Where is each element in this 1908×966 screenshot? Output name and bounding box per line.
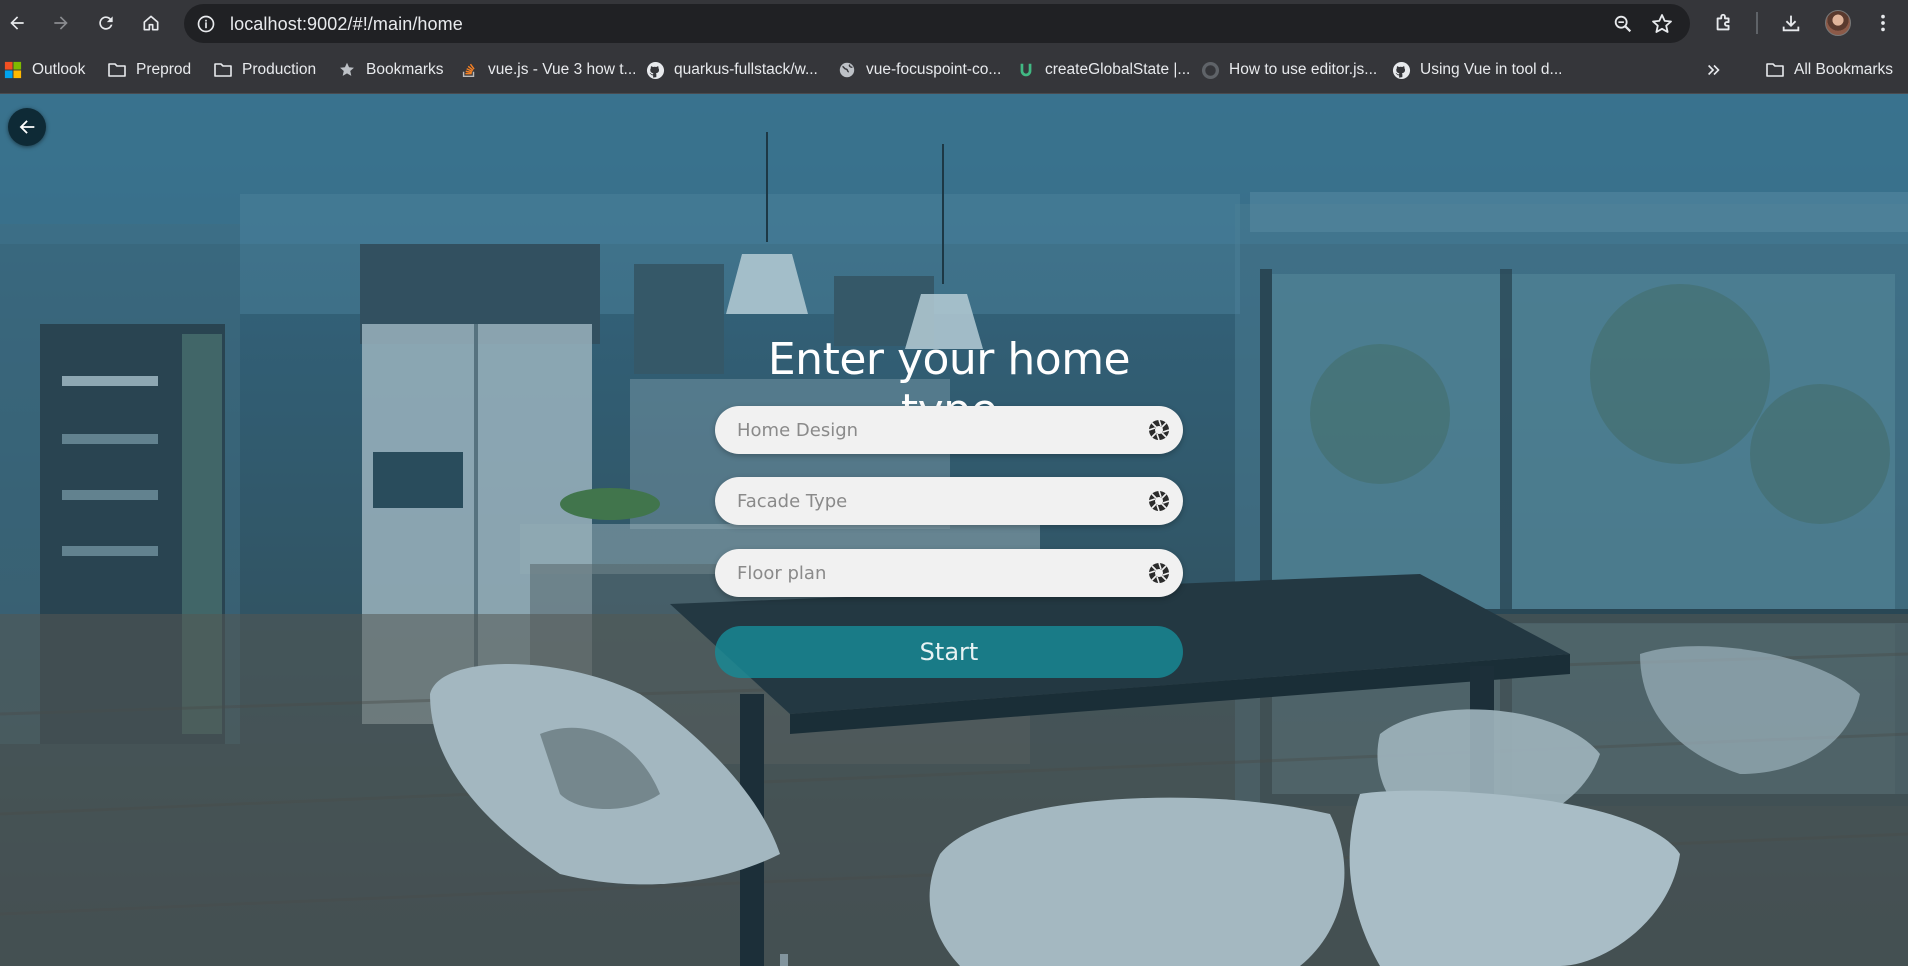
all-bookmarks[interactable]: All Bookmarks — [1765, 59, 1893, 81]
bookmark-label: createGlobalState |... — [1045, 61, 1191, 78]
camera-aperture-icon[interactable] — [1147, 489, 1171, 513]
bookmark-label: Production — [242, 61, 317, 78]
github-icon — [1200, 60, 1220, 80]
bookmark-star-icon[interactable] — [1650, 12, 1674, 36]
browser-toolbar: localhost:9002/#!/main/home — [0, 0, 1908, 46]
bookmark-preprod[interactable]: Preprod — [107, 59, 191, 81]
bookmark-vue-tool[interactable]: Using Vue in tool d... — [1391, 59, 1562, 81]
more-bookmarks-chevron-icon[interactable] — [1705, 59, 1723, 81]
download-icon[interactable] — [1777, 9, 1805, 37]
home-design-input[interactable] — [737, 406, 1137, 454]
folder-icon — [107, 60, 127, 80]
bookmark-vue3-how[interactable]: vue.js - Vue 3 how t... — [459, 59, 636, 81]
bookmark-label: quarkus-fullstack/w... — [674, 61, 818, 78]
site-info-icon[interactable] — [194, 12, 218, 36]
bookmark-quarkus-fullstack[interactable]: quarkus-fullstack/w... — [645, 59, 818, 81]
folder-icon — [213, 60, 233, 80]
home-design-field[interactable] — [715, 406, 1183, 454]
all-bookmarks-label: All Bookmarks — [1794, 61, 1894, 78]
stackoverflow-icon — [459, 60, 479, 80]
bookmark-label: Outlook — [32, 61, 86, 78]
folder-icon — [1765, 60, 1785, 80]
menu-kebab-icon[interactable] — [1869, 9, 1897, 37]
address-bar[interactable]: localhost:9002/#!/main/home — [184, 4, 1690, 43]
back-button[interactable] — [8, 108, 46, 146]
extensions-icon[interactable] — [1710, 9, 1738, 37]
outlook-icon — [3, 60, 23, 80]
bookmark-label: vue-focuspoint-co... — [866, 61, 1002, 78]
back-nav-icon[interactable] — [3, 9, 31, 37]
bookmark-outlook[interactable]: Outlook — [3, 59, 85, 81]
github-icon — [1391, 60, 1411, 80]
globe-icon — [837, 60, 857, 80]
tint-overlay — [0, 94, 1908, 966]
bookmark-production[interactable]: Production — [213, 59, 316, 81]
bookmark-label: Preprod — [136, 61, 192, 78]
zoom-icon[interactable] — [1612, 13, 1634, 35]
camera-aperture-icon[interactable] — [1147, 561, 1171, 585]
toolbar-divider — [1756, 12, 1758, 34]
bookmark-label: vue.js - Vue 3 how t... — [488, 61, 637, 78]
camera-aperture-icon[interactable] — [1147, 418, 1171, 442]
url-text[interactable]: localhost:9002/#!/main/home — [230, 14, 463, 35]
bookmark-bookmarks[interactable]: Bookmarks — [337, 59, 444, 81]
star-icon — [337, 60, 357, 80]
facade-type-field[interactable] — [715, 477, 1183, 525]
vueuse-icon — [1016, 60, 1036, 80]
bookmark-editorjs[interactable]: How to use editor.js... — [1200, 59, 1377, 81]
bookmark-createglobalstate[interactable]: createGlobalState |... — [1016, 59, 1190, 81]
github-icon — [645, 60, 665, 80]
profile-avatar[interactable] — [1825, 10, 1851, 36]
start-button[interactable]: Start — [715, 626, 1183, 678]
bookmarks-bar: Outlook Preprod Production Bookmarks vue… — [0, 46, 1908, 94]
home-icon[interactable] — [137, 9, 165, 37]
arrow-left-icon — [19, 120, 35, 134]
reload-icon[interactable] — [92, 9, 120, 37]
page-viewport: Enter your home type — [0, 94, 1908, 966]
bookmark-label: Using Vue in tool d... — [1420, 61, 1563, 78]
bookmark-label: Bookmarks — [366, 61, 444, 78]
bookmark-label: How to use editor.js... — [1229, 61, 1378, 78]
bookmark-vue-focuspoint[interactable]: vue-focuspoint-co... — [837, 59, 1001, 81]
forward-nav-icon[interactable] — [47, 9, 75, 37]
floor-plan-input[interactable] — [737, 549, 1137, 597]
floor-plan-field[interactable] — [715, 549, 1183, 597]
facade-type-input[interactable] — [737, 477, 1137, 525]
